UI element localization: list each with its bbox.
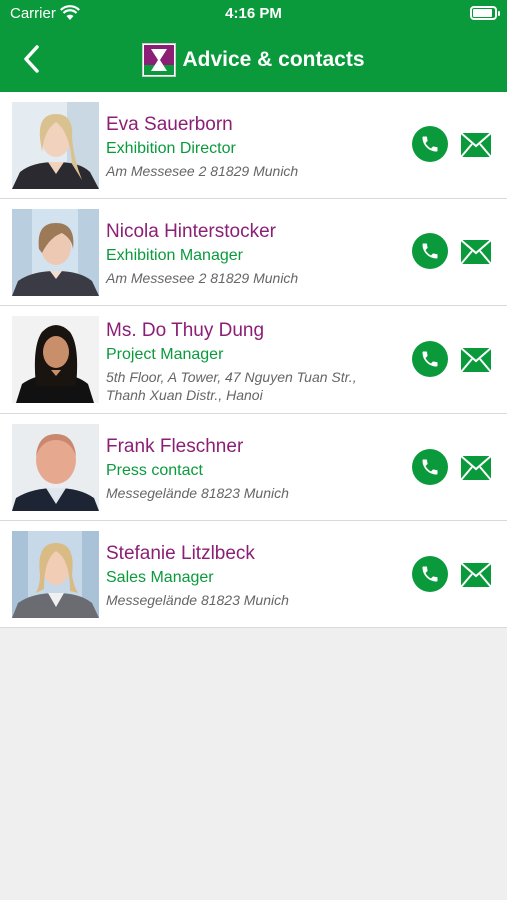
call-button[interactable] [412, 233, 448, 269]
contact-row: Ms. Do Thuy Dung Project Manager 5th Flo… [0, 306, 507, 414]
avatar [12, 531, 99, 618]
contact-row: Eva Sauerborn Exhibition Director Am Mes… [0, 92, 507, 199]
phone-icon [422, 566, 438, 582]
contact-address: Messegelände 81823 Munich [106, 485, 289, 501]
contact-role: Exhibition Manager [106, 247, 243, 264]
call-button[interactable] [412, 126, 448, 162]
contact-role: Project Manager [106, 346, 224, 363]
avatar [12, 102, 99, 189]
status-bar: Carrier 4:16 PM [0, 0, 507, 28]
phone-icon [422, 243, 438, 259]
email-button[interactable] [460, 562, 492, 588]
phone-icon [422, 459, 438, 475]
title-group: Advice & contacts [0, 42, 507, 78]
avatar [12, 209, 99, 296]
phone-icon [422, 136, 438, 152]
contact-role: Exhibition Director [106, 140, 236, 157]
contact-name: Frank Fleschner [106, 436, 244, 457]
avatar [12, 424, 99, 511]
contact-row: Stefanie Litzlbeck Sales Manager Messege… [0, 521, 507, 628]
battery-icon [470, 6, 500, 20]
contact-address: Am Messesee 2 81829 Munich [106, 163, 299, 179]
call-button[interactable] [412, 556, 448, 592]
status-time: 4:16 PM [225, 5, 282, 22]
contact-row: Nicola Hinterstocker Exhibition Manager … [0, 199, 507, 306]
app-logo-icon [142, 43, 177, 77]
navigation-bar: Advice & contacts [0, 28, 507, 92]
contact-role: Press contact [106, 462, 203, 479]
email-button[interactable] [460, 132, 492, 158]
email-button[interactable] [460, 347, 492, 373]
call-button[interactable] [412, 341, 448, 377]
contact-name: Ms. Do Thuy Dung [106, 320, 265, 341]
contact-row: Frank Fleschner Press contact Messegelän… [0, 414, 507, 521]
contact-address: 5th Floor, A Tower, 47 Nguyen Tuan Str.,… [106, 369, 357, 403]
email-button[interactable] [460, 455, 492, 481]
contact-name: Eva Sauerborn [106, 114, 233, 135]
contact-role: Sales Manager [106, 569, 214, 586]
avatar [12, 316, 99, 403]
contact-address: Am Messesee 2 81829 Munich [106, 270, 299, 286]
contact-name: Nicola Hinterstocker [106, 221, 276, 242]
header-bar: Carrier 4:16 PM Advice & contacts [0, 0, 507, 92]
contact-name: Stefanie Litzlbeck [106, 543, 255, 564]
phone-icon [422, 351, 438, 367]
call-button[interactable] [412, 449, 448, 485]
contact-list: Eva Sauerborn Exhibition Director Am Mes… [0, 92, 507, 628]
email-button[interactable] [460, 239, 492, 265]
contact-address: Messegelände 81823 Munich [106, 592, 289, 608]
page-title: Advice & contacts [182, 48, 365, 71]
